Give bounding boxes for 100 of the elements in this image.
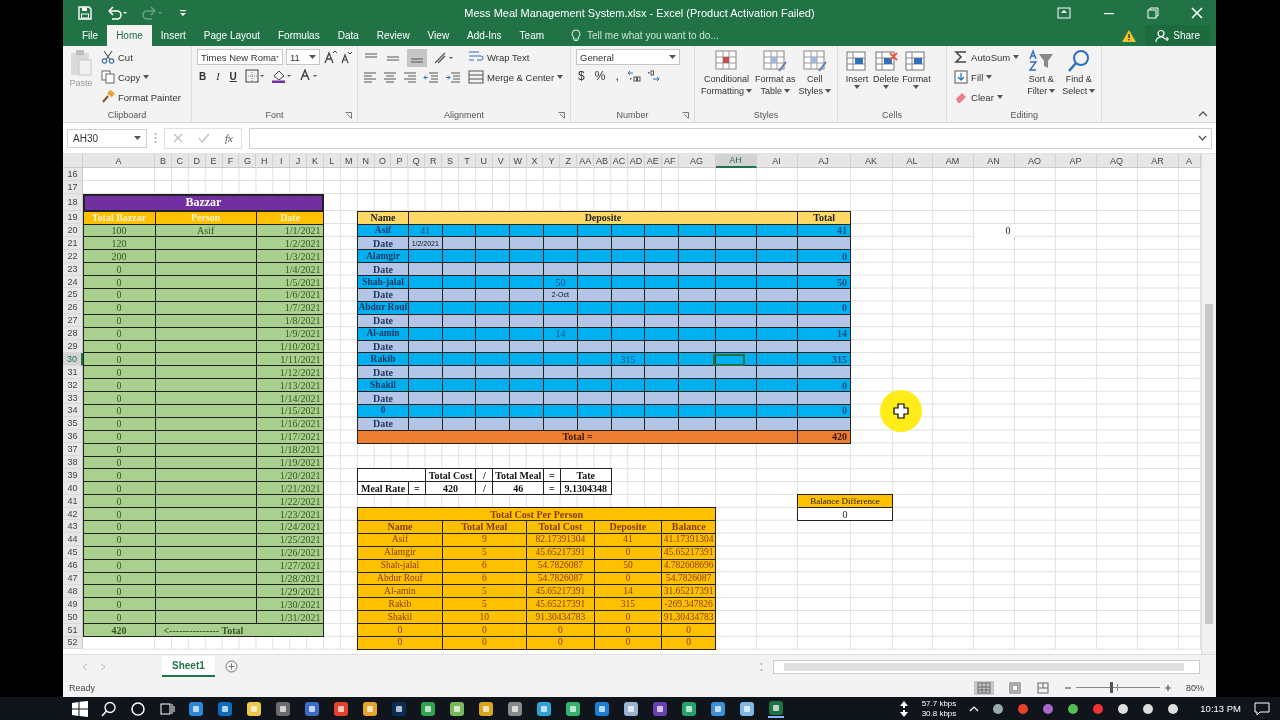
tell-me-field[interactable]: Tell me what you want to do... [571, 25, 740, 46]
row-header[interactable]: 17 [63, 181, 83, 194]
column-header[interactable]: K [307, 154, 324, 168]
editing-button[interactable]: Find & Select [1061, 49, 1097, 97]
column-header[interactable]: R [425, 154, 443, 168]
column-header[interactable]: I [273, 154, 291, 168]
ribbon-tab[interactable]: File [73, 25, 108, 46]
column-header[interactable]: G [239, 154, 257, 168]
bold-button[interactable]: B [197, 70, 209, 82]
column-header[interactable]: AR [1137, 154, 1179, 168]
row-header[interactable]: 34 [63, 404, 83, 418]
column-header[interactable]: S [442, 154, 460, 168]
column-header[interactable]: AL [892, 154, 933, 168]
row-header[interactable]: 26 [63, 301, 83, 315]
styles-button[interactable]: Conditional Formatting [700, 49, 754, 97]
table-cell: 0 [441, 636, 528, 650]
row-header[interactable]: 43 [63, 520, 83, 534]
format-painter-button[interactable]: Format Painter [99, 89, 183, 105]
comma-button[interactable]: , [613, 69, 621, 83]
row-header[interactable]: 16 [63, 168, 83, 181]
column-header[interactable]: AA [577, 154, 595, 168]
table-cell: 1/22/2021 [255, 494, 325, 509]
clock[interactable]: 10:13 PM [1200, 703, 1241, 714]
font-size-field[interactable]: 11 [286, 49, 320, 65]
column-header[interactable]: AI [756, 154, 798, 168]
column-header[interactable]: AQ [1096, 154, 1138, 168]
group-label: Font [265, 110, 284, 120]
ribbon-tab[interactable]: Home [107, 25, 152, 46]
row-header[interactable]: 20 [63, 224, 83, 237]
fill-button[interactable]: Fill [952, 69, 1022, 85]
cut-button[interactable]: Cut [99, 49, 183, 65]
row-header[interactable]: 37 [63, 443, 83, 457]
ribbon-tab[interactable]: Add-Ins [458, 25, 511, 46]
autosum-button[interactable]: AutoSum [952, 49, 1022, 65]
column-header[interactable]: AP [1055, 154, 1097, 168]
column-header[interactable]: Y [543, 154, 561, 168]
row-header[interactable]: 38 [63, 456, 83, 469]
font-name-field[interactable]: Times New Roma [197, 49, 283, 65]
sheet-tab[interactable]: Sheet1 [162, 656, 215, 677]
row-header[interactable]: 36 [63, 430, 83, 444]
cells-button[interactable]: Format [901, 49, 932, 89]
row-header[interactable]: 19 [63, 211, 83, 224]
column-header[interactable]: AB [594, 154, 612, 168]
row-header[interactable]: 29 [63, 340, 83, 353]
italic-button[interactable]: I [214, 70, 222, 82]
row-header[interactable]: 47 [63, 572, 83, 585]
percent-button[interactable]: % [592, 69, 608, 83]
copy-button[interactable]: Copy [99, 69, 183, 85]
column-header[interactable]: AN [973, 154, 1015, 168]
zoom-level[interactable]: 80% [1186, 682, 1204, 693]
ribbon-tab[interactable]: Formulas [269, 25, 329, 46]
merge-center-button[interactable]: Merge & Center [466, 69, 566, 85]
ribbon-tab[interactable]: Team [510, 25, 554, 46]
column-header[interactable]: T [459, 154, 476, 168]
table-cell: 0 [82, 378, 156, 393]
ribbon-tab[interactable]: View [418, 25, 459, 46]
row-header[interactable]: 35 [63, 417, 83, 431]
row-header[interactable]: 27 [63, 314, 83, 328]
column-header[interactable]: Z [560, 154, 578, 168]
row-header[interactable]: 25 [63, 288, 83, 302]
column-header[interactable]: AO [1014, 154, 1056, 168]
cells-button[interactable]: Delete [872, 49, 901, 89]
row-header[interactable]: 18 [63, 194, 83, 211]
underline-button[interactable]: U [227, 70, 239, 82]
column-header[interactable]: A [83, 154, 155, 168]
editing-button[interactable]: Sort & Filter [1026, 49, 1057, 97]
column-header[interactable]: AK [850, 154, 893, 168]
row-header[interactable]: 46 [63, 559, 83, 573]
ribbon-tab[interactable]: Page Layout [194, 25, 269, 46]
styles-button[interactable]: Cell Styles [797, 49, 833, 97]
column-header[interactable]: AG [678, 154, 716, 168]
table-cell: 50 [797, 275, 852, 289]
column-header[interactable]: B [155, 154, 172, 168]
ribbon-tab[interactable]: Insert [151, 25, 195, 46]
clear-button[interactable]: Clear [952, 89, 1022, 105]
number-format-field[interactable]: General [576, 49, 681, 65]
currency-button[interactable]: $ [576, 69, 587, 83]
column-header[interactable]: AJ [797, 154, 851, 168]
row-header[interactable]: 28 [63, 327, 83, 340]
styles-button[interactable]: Format as Table [754, 49, 797, 97]
column-header[interactable]: J [290, 154, 307, 168]
ribbon-tab[interactable]: Data [328, 25, 368, 46]
group-label: Editing [1010, 110, 1038, 120]
row-header[interactable]: 45 [63, 546, 83, 560]
table-cell: 46 [492, 481, 544, 496]
wrap-text-button[interactable]: Wrap Text [466, 49, 566, 65]
column-header[interactable]: P [391, 154, 409, 168]
row-header[interactable]: 44 [63, 533, 83, 547]
ribbon-tab[interactable]: Review [367, 25, 419, 46]
column-header[interactable]: H [256, 154, 274, 168]
column-header[interactable]: AC [611, 154, 628, 168]
column-header[interactable]: AM [932, 154, 974, 168]
share-button[interactable]: Share [1145, 25, 1210, 46]
cells-button[interactable]: Insert [843, 49, 872, 89]
insert-function-button[interactable]: fx [225, 132, 233, 144]
column-header[interactable]: A [1178, 154, 1201, 168]
name-box[interactable]: AH30 [67, 128, 147, 148]
table-cell: 50 [543, 275, 578, 289]
column-header[interactable]: Q [408, 154, 426, 168]
column-header[interactable]: AH [715, 154, 757, 168]
